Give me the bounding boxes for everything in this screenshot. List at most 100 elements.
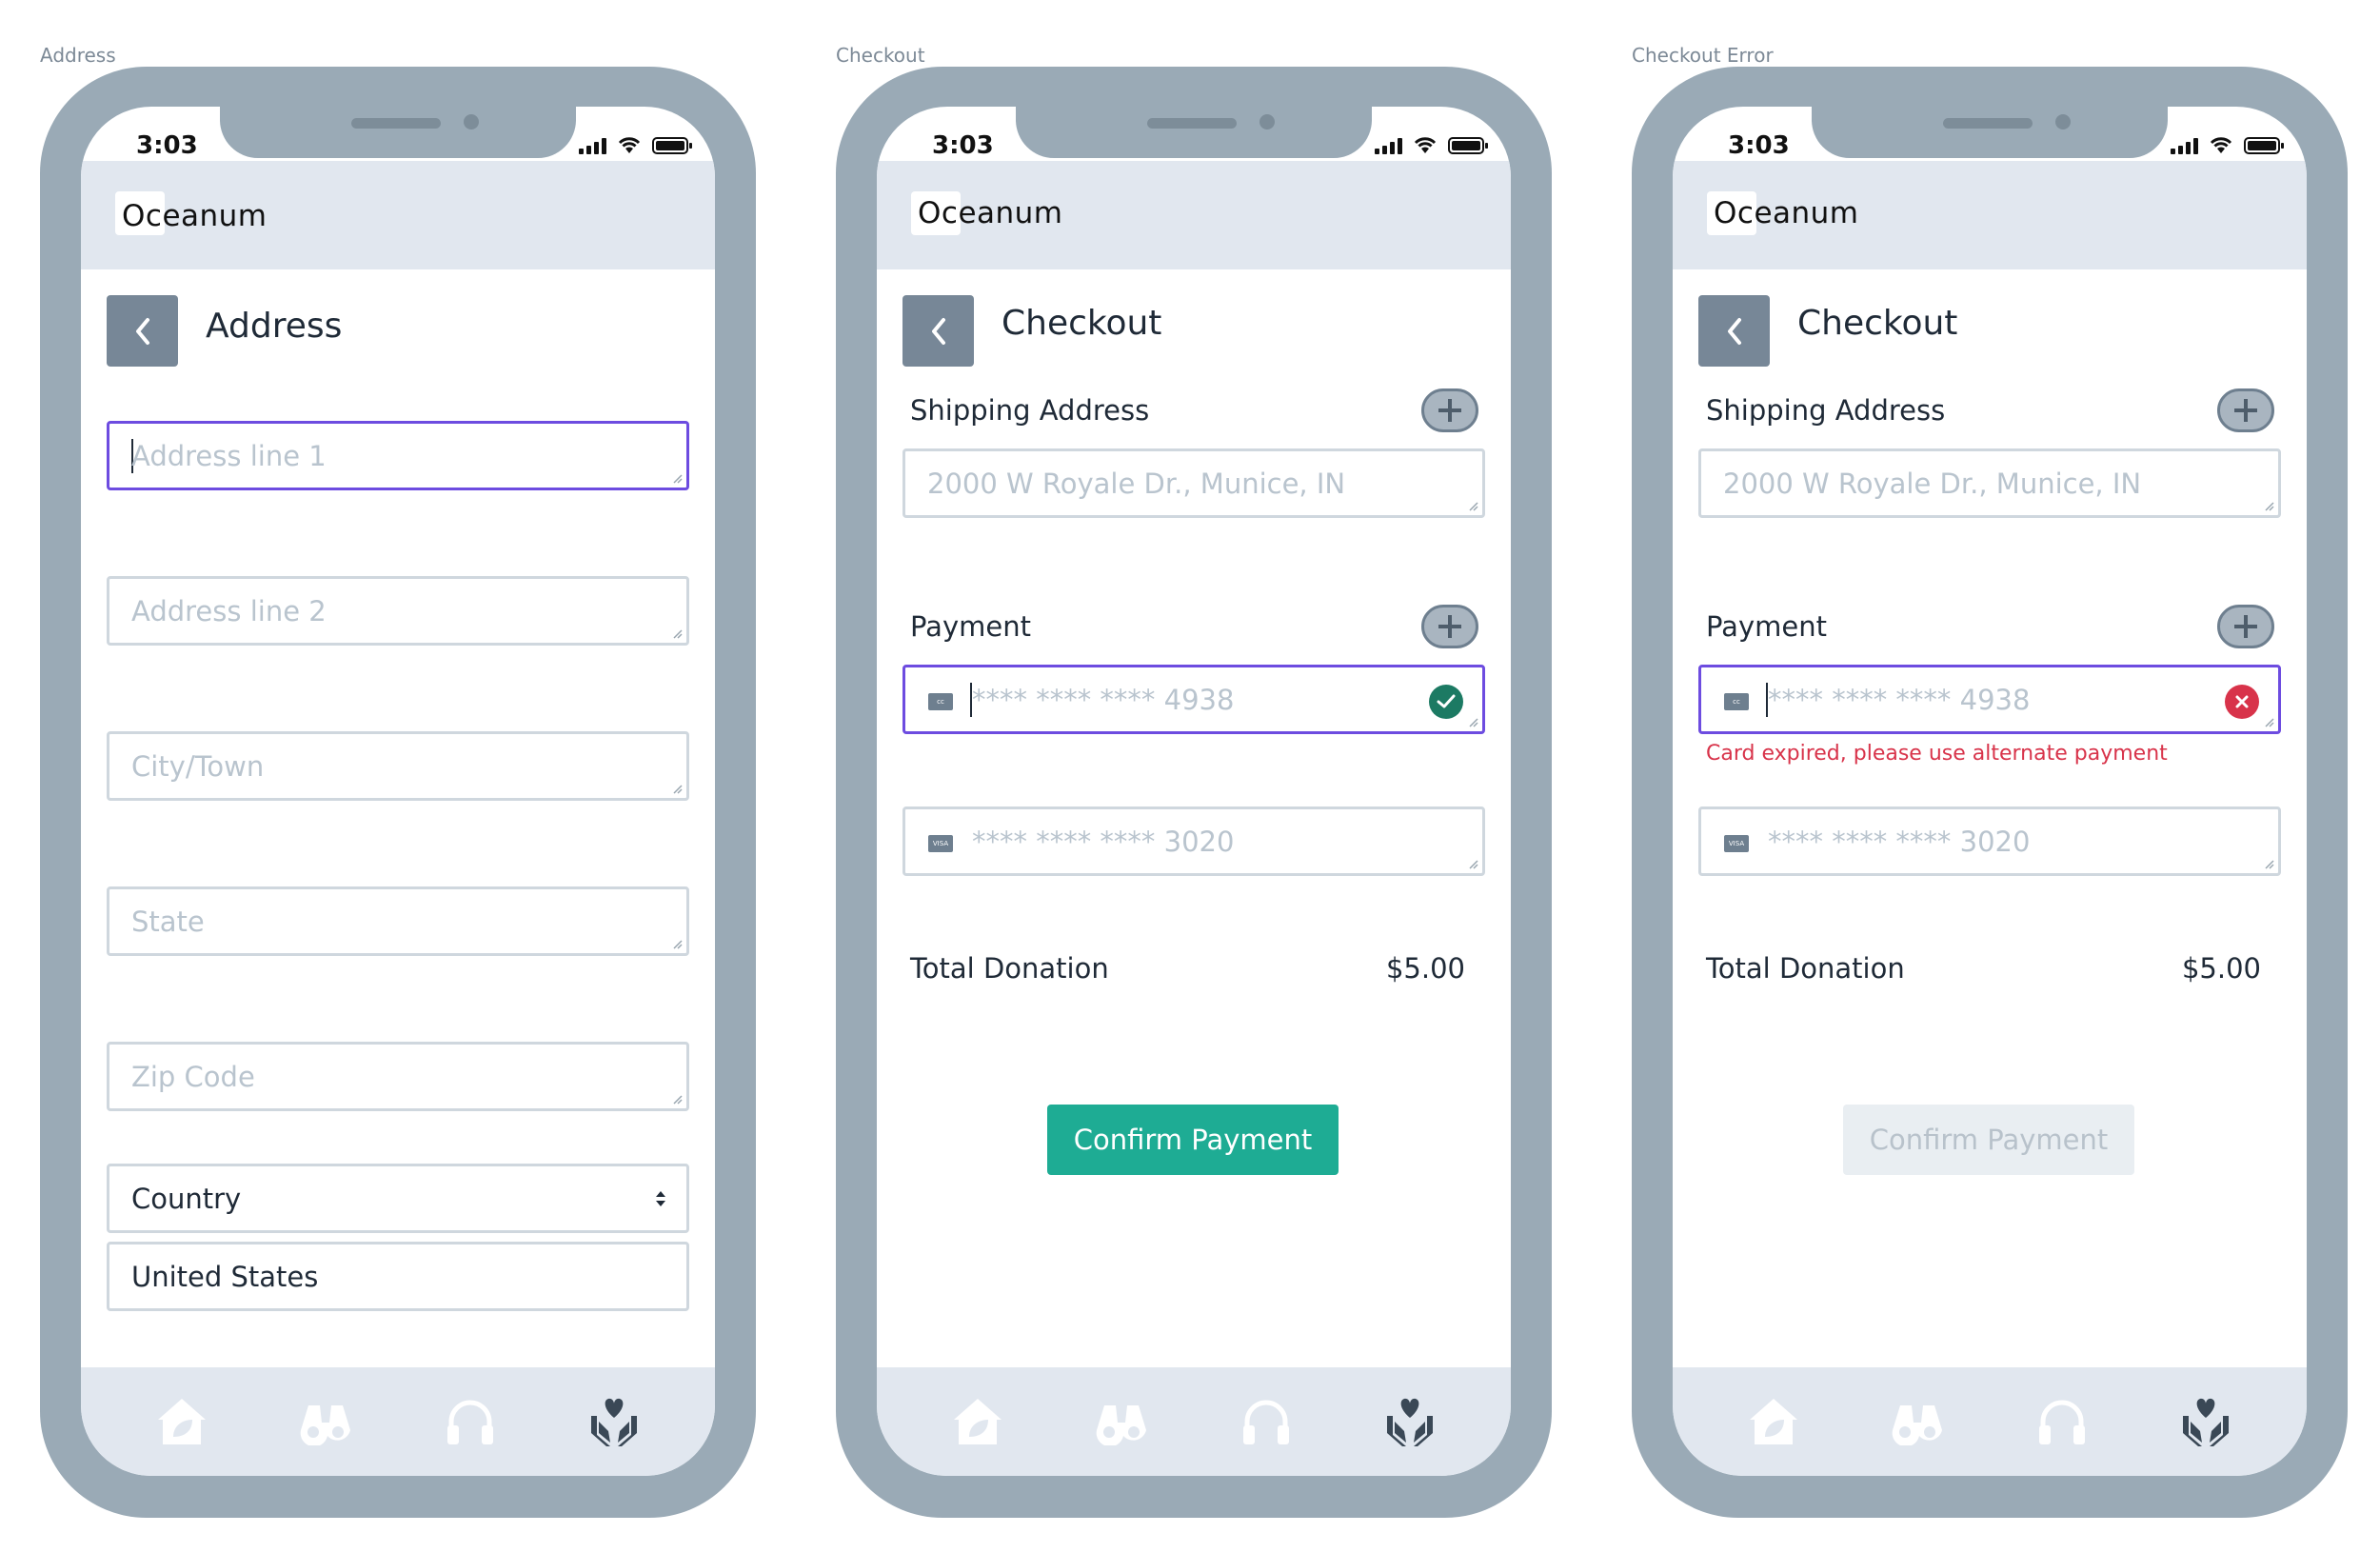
wifi-icon	[618, 137, 641, 153]
shipping-address-label: Shipping Address	[910, 394, 1150, 427]
tab-donate[interactable]	[1378, 1390, 1441, 1453]
card-number: **** **** **** 4938	[972, 684, 1235, 716]
card-input-selected[interactable]: cc **** **** **** 4938	[1698, 665, 2281, 734]
country-select[interactable]: Country	[107, 1164, 689, 1233]
chevron-left-icon	[1727, 317, 1741, 345]
app-header: Oceanum	[1673, 161, 2307, 269]
country-value: United States	[131, 1261, 319, 1293]
shipping-address-label: Shipping Address	[1706, 394, 1946, 427]
error-circle-icon	[2225, 685, 2259, 719]
card-error-message: Card expired, please use alternate payme…	[1706, 742, 2168, 766]
add-payment-button[interactable]	[1421, 605, 1478, 648]
binoculars-icon	[1096, 1405, 1147, 1445]
zip-code-placeholder: Zip Code	[131, 1061, 255, 1093]
home-leaf-icon	[953, 1399, 1002, 1444]
app-header: Oceanum	[877, 161, 1511, 269]
app-name: Oceanum	[1714, 196, 1859, 230]
back-button[interactable]	[107, 295, 178, 367]
frame-label-checkout-error: Checkout Error	[1632, 44, 1774, 67]
shipping-address-input[interactable]: 2000 W Royale Dr., Munice, IN	[1698, 448, 2281, 518]
tab-home[interactable]	[150, 1390, 213, 1453]
battery-icon	[2244, 137, 2284, 154]
tab-home[interactable]	[1742, 1390, 1805, 1453]
total-donation-label: Total Donation	[910, 952, 1109, 985]
resize-grip-icon	[673, 474, 683, 484]
camera	[464, 114, 479, 129]
phone-frame-checkout: 3:03 Oceanum Checkout Shipping Address 2…	[836, 67, 1552, 1518]
payment-label: Payment	[1706, 610, 1827, 643]
app-name: Oceanum	[122, 199, 268, 233]
chevron-left-icon	[931, 317, 945, 345]
address-line-1-input[interactable]: Address line 1	[107, 421, 689, 490]
state-placeholder: State	[131, 906, 205, 938]
tab-listen[interactable]	[2031, 1390, 2093, 1453]
notch	[1812, 107, 2168, 158]
card-input-selected[interactable]: cc **** **** **** 4938	[902, 665, 1485, 734]
plus-icon	[1438, 615, 1461, 638]
resize-grip-icon	[673, 1095, 683, 1105]
back-button[interactable]	[902, 295, 974, 367]
status-time: 3:03	[136, 131, 198, 160]
tab-home[interactable]	[946, 1390, 1009, 1453]
zip-code-input[interactable]: Zip Code	[107, 1042, 689, 1111]
confirm-payment-button[interactable]: Confirm Payment	[1047, 1105, 1339, 1175]
tab-bar	[81, 1367, 715, 1476]
chevron-left-icon	[135, 317, 149, 345]
shipping-address-input[interactable]: 2000 W Royale Dr., Munice, IN	[902, 448, 1485, 518]
add-shipping-button[interactable]	[2217, 388, 2274, 432]
card-input-alternate[interactable]: VISA **** **** **** 3020	[1698, 806, 2281, 876]
tab-listen[interactable]	[439, 1390, 502, 1453]
home-leaf-icon	[1749, 1399, 1797, 1444]
frame-label-checkout: Checkout	[836, 44, 925, 67]
status-icons	[2171, 135, 2284, 154]
state-input[interactable]: State	[107, 886, 689, 956]
total-donation-value: $5.00	[2181, 952, 2261, 985]
screen-checkout-error: 3:03 Oceanum Checkout Shipping Address 2…	[1673, 107, 2307, 1476]
select-arrows-icon	[656, 1191, 665, 1206]
status-time: 3:03	[932, 131, 994, 160]
heart-hands-icon	[2183, 1398, 2230, 1446]
resize-grip-icon	[673, 629, 683, 639]
tab-donate[interactable]	[583, 1390, 645, 1453]
resize-grip-icon	[673, 940, 683, 949]
phone-frame-checkout-error: 3:03 Oceanum Checkout Shipping Address 2…	[1632, 67, 2348, 1518]
battery-icon	[652, 137, 692, 154]
address-line-2-input[interactable]: Address line 2	[107, 576, 689, 646]
speaker	[1943, 118, 2033, 129]
home-leaf-icon	[157, 1399, 206, 1444]
card-input-alternate[interactable]: VISA **** **** **** 3020	[902, 806, 1485, 876]
plus-icon	[1438, 399, 1461, 422]
tab-listen[interactable]	[1235, 1390, 1298, 1453]
country-value-field[interactable]: United States	[107, 1242, 689, 1311]
camera	[1259, 114, 1275, 129]
add-payment-button[interactable]	[2217, 605, 2274, 648]
signal-icon	[1375, 138, 1402, 154]
confirm-payment-button-disabled[interactable]: Confirm Payment	[1843, 1105, 2134, 1175]
total-donation-label: Total Donation	[1706, 952, 1905, 985]
city-input[interactable]: City/Town	[107, 731, 689, 801]
signal-icon	[2171, 138, 2198, 154]
binoculars-icon	[300, 1405, 351, 1445]
frame-label-address: Address	[40, 44, 116, 67]
tab-explore[interactable]	[1090, 1390, 1153, 1453]
heart-hands-icon	[591, 1398, 638, 1446]
speaker	[1147, 118, 1237, 129]
total-donation-value: $5.00	[1385, 952, 1465, 985]
card-number: **** **** **** 3020	[972, 826, 1235, 858]
add-shipping-button[interactable]	[1421, 388, 1478, 432]
back-button[interactable]	[1698, 295, 1770, 367]
tab-explore[interactable]	[1886, 1390, 1949, 1453]
tab-bar	[877, 1367, 1511, 1476]
app-header: Oceanum	[81, 161, 715, 269]
shipping-address-placeholder: 2000 W Royale Dr., Munice, IN	[927, 468, 1346, 500]
headphones-icon	[1242, 1400, 1289, 1444]
resize-grip-icon	[2265, 502, 2274, 511]
tab-explore[interactable]	[294, 1390, 357, 1453]
resize-grip-icon	[2265, 860, 2274, 869]
city-placeholder: City/Town	[131, 750, 265, 783]
tab-donate[interactable]	[2174, 1390, 2237, 1453]
status-time: 3:03	[1728, 131, 1790, 160]
resize-grip-icon	[2265, 718, 2274, 727]
page-title: Checkout	[1002, 304, 1162, 343]
camera	[2055, 114, 2071, 129]
